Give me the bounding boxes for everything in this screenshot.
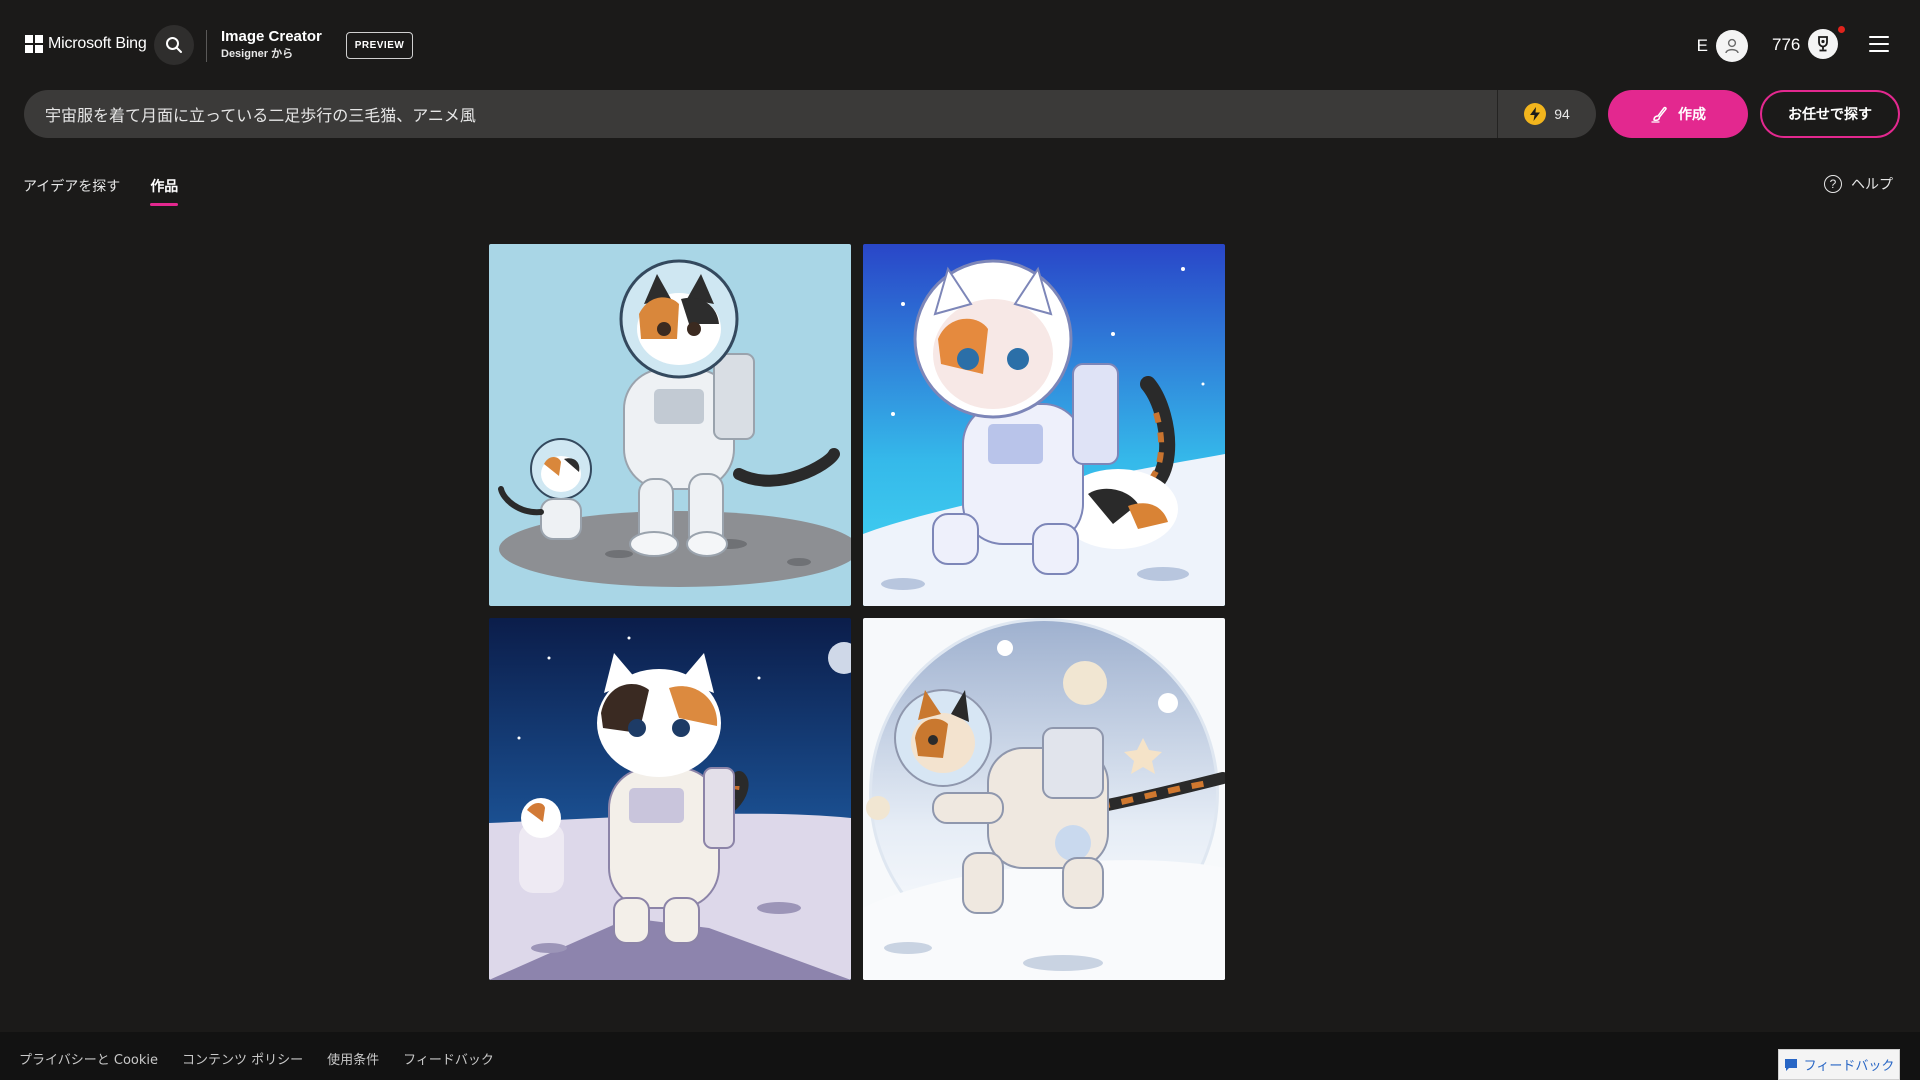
footer-link-feedback[interactable]: フィードバック (403, 1049, 494, 1068)
create-button-label: 作成 (1678, 107, 1706, 123)
user-icon (1725, 38, 1739, 54)
generated-image-4[interactable] (863, 618, 1225, 980)
preview-badge: PREVIEW (346, 32, 413, 59)
footer-link-privacy[interactable]: プライバシーと Cookie (19, 1049, 158, 1068)
rewards-trophy-icon (1818, 36, 1828, 52)
user-initial: E (1696, 36, 1708, 55)
cat-astronaut-image-1 (489, 244, 851, 606)
cat-astronaut-image-4 (863, 618, 1225, 980)
product-title-link[interactable]: Image Creator Designer から (221, 28, 322, 62)
bing-brand-link[interactable]: Microsoft Bing (25, 35, 147, 53)
generated-image-3[interactable] (489, 618, 851, 980)
boost-count: 94 (1554, 106, 1570, 122)
notification-dot (1838, 26, 1845, 33)
generated-image-1[interactable] (489, 244, 851, 606)
feedback-button[interactable]: フィードバック (1778, 1049, 1900, 1080)
generated-image-2[interactable] (863, 244, 1225, 606)
footer: プライバシーと Cookie コンテンツ ポリシー 使用条件 フィードバック (0, 1032, 1920, 1080)
hamburger-menu-icon (1869, 36, 1889, 38)
hamburger-line (1869, 43, 1889, 45)
tab-explore-ideas[interactable]: アイデアを探す (23, 176, 120, 206)
footer-link-content-policy[interactable]: コンテンツ ポリシー (182, 1049, 303, 1068)
help-label: ヘルプ (1851, 177, 1893, 193)
create-button[interactable]: 作成 (1608, 90, 1748, 138)
feedback-button-label: フィードバック (1803, 1059, 1895, 1074)
hamburger-menu-button[interactable] (1868, 33, 1890, 55)
boost-counter[interactable]: 94 (1498, 90, 1596, 138)
footer-link-terms[interactable]: 使用条件 (327, 1049, 379, 1068)
prompt-bar: 94 (24, 90, 1596, 138)
footer-links: プライバシーと Cookie コンテンツ ポリシー 使用条件 フィードバック (19, 1049, 494, 1068)
boost-bolt-icon (1524, 103, 1547, 125)
create-brush-icon (1651, 106, 1667, 123)
windows-logo-icon (25, 35, 43, 53)
header: Microsoft Bing Image Creator Designer から… (0, 0, 1920, 90)
image-grid (489, 244, 1225, 980)
hamburger-line (1869, 50, 1889, 52)
surprise-me-button[interactable]: お任せで探す (1760, 90, 1900, 138)
product-title: Image Creator (221, 28, 322, 45)
search-icon (166, 37, 182, 53)
tab-bar: アイデアを探す 作品 (23, 176, 179, 206)
help-question-icon: ? (1824, 175, 1842, 193)
brand-name: Microsoft Bing (48, 35, 147, 52)
user-account[interactable]: E (1697, 30, 1748, 62)
rewards-points[interactable]: 776 (1772, 35, 1800, 55)
product-subtitle: Designer から (221, 48, 294, 60)
search-button[interactable] (154, 25, 194, 65)
cat-astronaut-image-3 (489, 618, 851, 980)
tab-creations[interactable]: 作品 (150, 176, 179, 206)
header-divider (206, 30, 207, 62)
rewards-button[interactable] (1808, 29, 1838, 59)
cat-astronaut-image-2 (863, 244, 1225, 606)
feedback-chat-icon (1784, 1058, 1797, 1071)
avatar (1716, 30, 1748, 62)
help-link[interactable]: ? ヘルプ (1824, 174, 1893, 194)
prompt-input[interactable] (24, 90, 1497, 138)
